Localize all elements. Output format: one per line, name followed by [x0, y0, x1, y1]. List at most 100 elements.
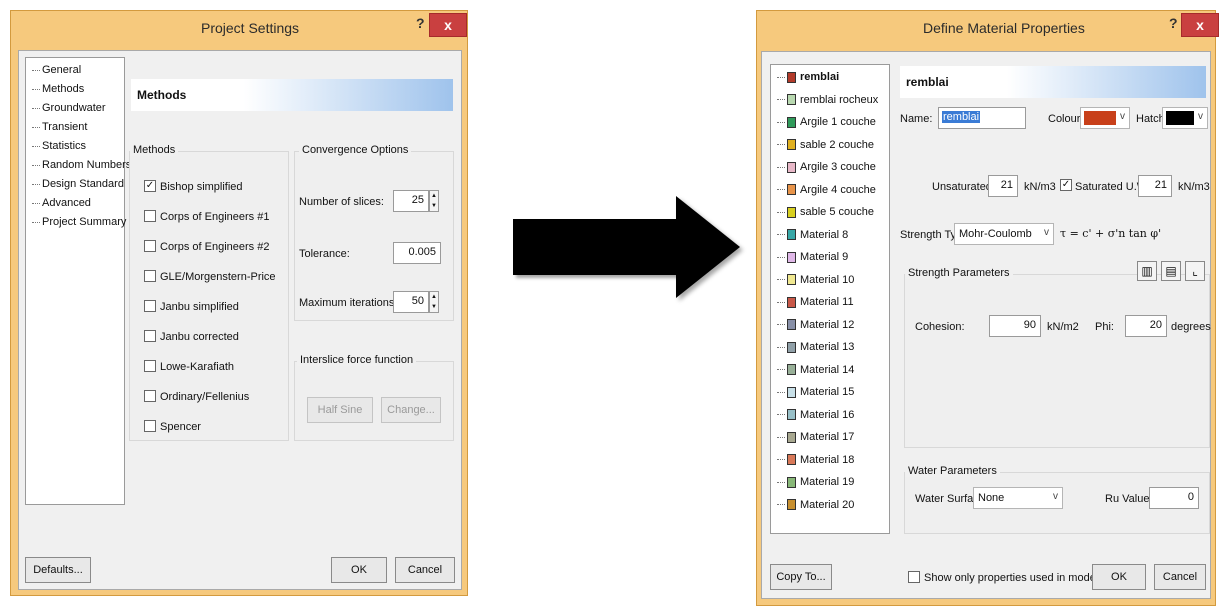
material-label: remblai rocheux: [800, 93, 879, 106]
material-icon-1[interactable]: ▥: [1137, 261, 1157, 281]
method-checkbox[interactable]: [144, 300, 156, 312]
title-bar[interactable]: Define Material Properties ? x: [757, 11, 1219, 47]
tree-item-label: Methods: [42, 83, 85, 95]
material-item[interactable]: sable 2 couche: [777, 139, 874, 151]
material-label: Argile 4 couche: [800, 183, 876, 196]
ru-input[interactable]: 0: [1149, 487, 1199, 509]
close-button[interactable]: x: [1181, 13, 1219, 37]
name-input[interactable]: remblai: [938, 107, 1026, 129]
tolerance-input[interactable]: 0.005: [393, 242, 441, 264]
material-item[interactable]: sable 5 couche: [777, 206, 874, 218]
ok-button[interactable]: OK: [1092, 564, 1146, 590]
material-item[interactable]: remblai: [777, 71, 839, 83]
material-item[interactable]: Material 19: [777, 476, 854, 488]
tree-connector: [777, 211, 785, 213]
settings-tree: General Methods Groundwater Transient Statis…: [25, 57, 131, 505]
material-item[interactable]: Material 13: [777, 341, 854, 353]
cancel-button[interactable]: Cancel: [1154, 564, 1206, 590]
method-checkbox[interactable]: ✓: [144, 180, 156, 192]
tree-item[interactable]: Groundwater: [32, 102, 106, 114]
iterations-spinner[interactable]: ▲ ▼: [429, 291, 439, 313]
material-item[interactable]: Material 20: [777, 499, 854, 511]
method-label: Corps of Engineers #2: [160, 241, 270, 253]
material-label: Material 8: [800, 228, 849, 241]
saturated-input[interactable]: 21: [1138, 175, 1172, 197]
method-label: Lowe-Karafiath: [160, 361, 234, 373]
tree-item[interactable]: Random Numbers: [32, 159, 131, 171]
material-item[interactable]: Material 10: [777, 274, 854, 286]
material-label: sable 2 couche: [800, 138, 874, 151]
title-bar[interactable]: Project Settings ? x: [11, 11, 467, 47]
material-item[interactable]: Material 12: [777, 319, 854, 331]
copy-to-button[interactable]: Copy To...: [770, 564, 832, 590]
tree-item-label: Statistics: [42, 140, 87, 152]
close-button[interactable]: x: [429, 13, 467, 37]
tree-connector: [777, 99, 785, 101]
method-checkbox[interactable]: [144, 360, 156, 372]
hatch-select[interactable]: v: [1162, 107, 1208, 129]
tree-connector: [777, 144, 785, 146]
material-item[interactable]: Argile 1 couche: [777, 116, 876, 128]
material-item[interactable]: Material 9: [777, 251, 848, 263]
material-label: Material 20: [800, 498, 855, 511]
half-sine-button[interactable]: Half Sine: [307, 397, 373, 423]
ok-button[interactable]: OK: [331, 557, 387, 583]
graph-icon[interactable]: ⌞: [1185, 261, 1205, 281]
tree-item[interactable]: Statistics: [32, 140, 86, 152]
material-label: remblai: [800, 71, 840, 83]
tree-item[interactable]: Project Summary: [32, 216, 126, 228]
material-icon-2[interactable]: ▤: [1161, 261, 1181, 281]
material-item[interactable]: Material 18: [777, 454, 854, 466]
method-checkbox[interactable]: [144, 420, 156, 432]
convergence-group-label: Convergence Options: [299, 144, 412, 156]
material-item[interactable]: Material 15: [777, 386, 854, 398]
cancel-button[interactable]: Cancel: [395, 557, 455, 583]
phi-input[interactable]: 20: [1125, 315, 1167, 337]
method-checkbox[interactable]: [144, 210, 156, 222]
material-color-icon: [787, 206, 796, 218]
tree-item[interactable]: General: [32, 64, 81, 76]
material-item[interactable]: Material 16: [777, 409, 854, 421]
tree-item[interactable]: Methods: [32, 83, 84, 95]
water-surface-select[interactable]: None v: [973, 487, 1063, 509]
method-checkbox[interactable]: [144, 270, 156, 282]
method-checkbox[interactable]: [144, 330, 156, 342]
tree-connector: [32, 126, 40, 128]
material-item[interactable]: Material 17: [777, 431, 854, 443]
material-item[interactable]: Argile 4 couche: [777, 184, 876, 196]
tolerance-label: Tolerance:: [299, 248, 350, 260]
material-item[interactable]: remblai rocheux: [777, 94, 878, 106]
slices-input[interactable]: 25: [393, 190, 429, 212]
colour-select[interactable]: v: [1080, 107, 1130, 129]
strength-type-select[interactable]: Mohr-Coulomb v: [954, 223, 1054, 245]
tree-item[interactable]: Transient: [32, 121, 87, 133]
material-color-icon: [787, 116, 796, 128]
material-item[interactable]: Material 11: [777, 296, 854, 308]
iterations-input[interactable]: 50: [393, 291, 429, 313]
tree-item[interactable]: Design Standard: [32, 178, 124, 190]
tree-item-label: Project Summary: [42, 216, 127, 228]
cohesion-input[interactable]: 90: [989, 315, 1041, 337]
defaults-button[interactable]: Defaults...: [25, 557, 91, 583]
show-only-checkbox[interactable]: [908, 571, 920, 583]
tree-item[interactable]: Advanced: [32, 197, 91, 209]
slices-spinner[interactable]: ▲ ▼: [429, 190, 439, 212]
material-item[interactable]: Material 14: [777, 364, 854, 376]
help-icon[interactable]: ?: [1169, 15, 1178, 31]
material-item[interactable]: Argile 3 couche: [777, 161, 876, 173]
material-label: Argile 1 couche: [800, 116, 876, 128]
methods-group-label: Methods: [130, 144, 179, 156]
method-checkbox[interactable]: [144, 240, 156, 252]
material-item[interactable]: Material 8: [777, 229, 848, 241]
dialog-title: Project Settings: [201, 20, 300, 36]
change-button[interactable]: Change...: [381, 397, 441, 423]
tree-connector: [777, 504, 785, 506]
material-label: Material 17: [800, 431, 855, 443]
saturated-checkbox[interactable]: ✓: [1060, 179, 1072, 191]
unsaturated-input[interactable]: 21: [988, 175, 1018, 197]
hatch-swatch: [1166, 111, 1194, 125]
right-arrow-icon: [676, 196, 740, 298]
help-icon[interactable]: ?: [416, 15, 425, 31]
method-checkbox[interactable]: [144, 390, 156, 402]
method-label: Corps of Engineers #1: [160, 211, 270, 223]
